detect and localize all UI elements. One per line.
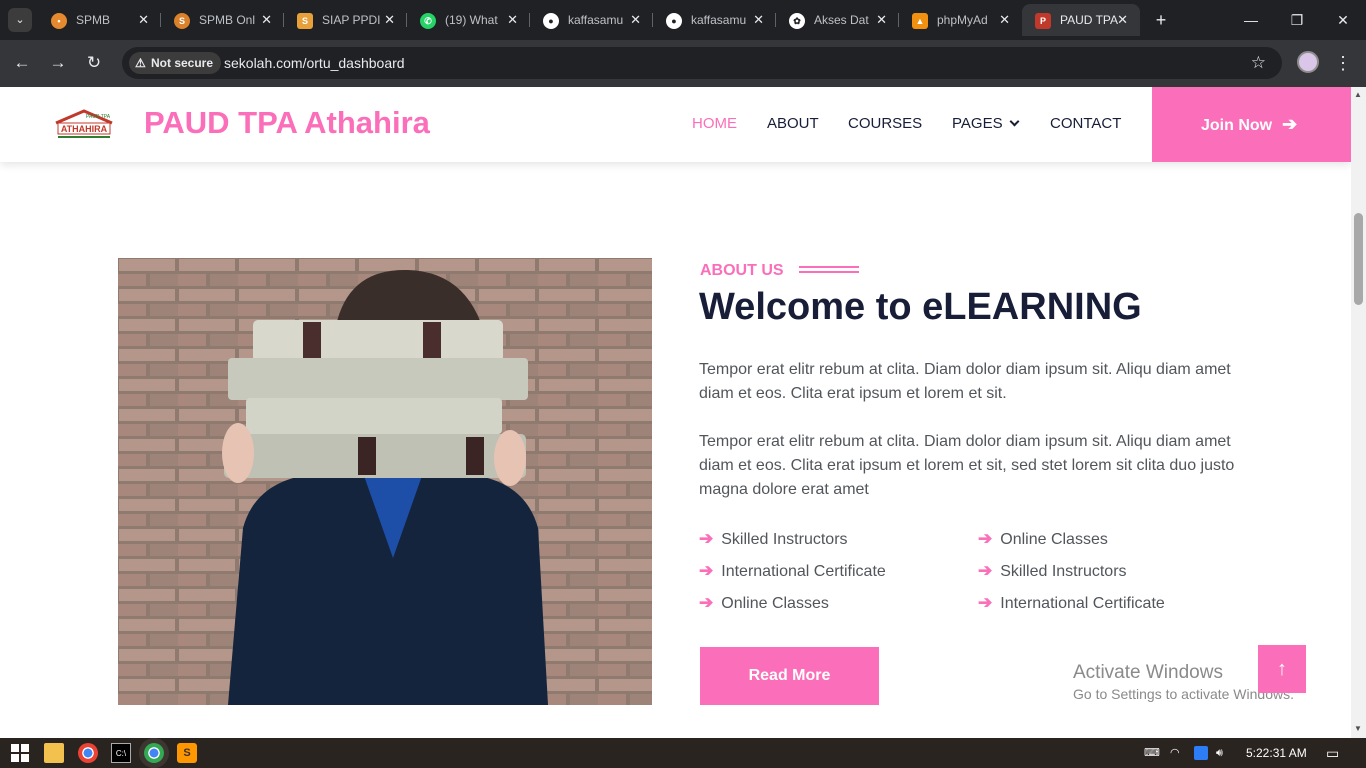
about-paragraph-2: Tempor erat elitr rebum at clita. Diam d… (699, 433, 1235, 498)
github-icon: ● (543, 13, 559, 29)
nav-contact[interactable]: CONTACT (1050, 115, 1121, 132)
site-logo[interactable]: ATHAHIRA PAUD TPA (52, 109, 116, 141)
close-icon[interactable]: ✕ (999, 4, 1010, 36)
arrow-right-icon: ➔ (978, 529, 993, 548)
terminal-icon[interactable]: C:\ (111, 743, 131, 763)
about-eyebrow: ABOUT US (700, 262, 784, 279)
scroll-down-icon[interactable]: ▼ (1354, 724, 1362, 733)
tab-spmb-online[interactable]: S SPMB Onl ✕ (161, 4, 284, 36)
taskbar-clock[interactable]: 5:22:31 AM (1246, 738, 1307, 768)
reload-icon[interactable]: ↻ (81, 50, 107, 76)
feature-item: ➔ Online Classes (978, 529, 1108, 548)
tab-akses-data[interactable]: ✿ Akses Dat ✕ (776, 4, 899, 36)
notification-icon[interactable]: ▭ (1326, 744, 1339, 762)
browser-tab-strip: ⌄ • SPMB ✕ S SPMB Onl ✕ S SIAP PPDI ✕ ✆ … (0, 0, 1366, 40)
back-to-top-button[interactable]: ↑ (1258, 645, 1306, 693)
nav-about[interactable]: ABOUT (767, 115, 819, 132)
whatsapp-icon: ✆ (420, 13, 436, 29)
windows-start-icon[interactable] (10, 743, 30, 763)
nav-courses[interactable]: COURSES (848, 115, 922, 132)
close-icon[interactable]: ✕ (507, 4, 518, 36)
security-indicator[interactable]: ⚠ Not secure (129, 52, 222, 74)
chrome-active-icon[interactable] (144, 743, 164, 763)
forward-arrow-icon[interactable]: → (45, 50, 71, 76)
eyebrow-divider (799, 266, 859, 268)
close-icon[interactable]: ✕ (1117, 4, 1128, 36)
feature-item: ➔ Online Classes (699, 593, 829, 612)
arrow-right-icon: ➔ (699, 561, 714, 580)
app-tray-icon[interactable] (1194, 746, 1208, 760)
tab-paud-tpa-active[interactable]: P PAUD TPA ✕ (1022, 4, 1140, 36)
about-paragraph-1: Tempor erat elitr rebum at clita. Diam d… (699, 361, 1231, 402)
back-arrow-icon[interactable]: ← (9, 50, 35, 76)
close-icon[interactable]: ✕ (876, 4, 887, 36)
tab-phpmyadmin[interactable]: ▲ phpMyAd ✕ (899, 4, 1022, 36)
address-bar[interactable]: ⚠ Not secure sekolah.com/ortu_dashboard … (122, 47, 1282, 79)
spmb-favicon-icon: • (51, 13, 67, 29)
keyboard-language-icon[interactable]: ⌨ (1144, 744, 1160, 762)
wifi-icon[interactable]: ◠ (1170, 744, 1180, 762)
tab-spmb[interactable]: • SPMB ✕ (38, 4, 161, 36)
tab-github-2[interactable]: ● kaffasamu ✕ (653, 4, 776, 36)
minimize-icon[interactable]: — (1228, 0, 1274, 40)
about-heading: Welcome to eLEARNING (699, 286, 1142, 328)
profile-avatar[interactable] (1297, 51, 1319, 73)
eyebrow-divider (799, 271, 859, 273)
close-icon[interactable]: ✕ (261, 4, 272, 36)
brand-title[interactable]: PAUD TPA Athahira (144, 105, 430, 141)
spmb-online-favicon-icon: S (174, 13, 190, 29)
arrow-right-icon: ➔ (978, 561, 993, 580)
windows-taskbar: C:\ S ⌨ ◠ 🔊︎ 5:22:31 AM ▭ (0, 738, 1366, 768)
url-text[interactable]: sekolah.com/ortu_dashboard (224, 47, 405, 79)
volume-icon[interactable]: 🔊︎ (1216, 744, 1223, 762)
paud-favicon-icon: P (1035, 13, 1051, 29)
tab-whatsapp[interactable]: ✆ (19) What ✕ (407, 4, 530, 36)
arrow-right-icon: ➔ (699, 529, 714, 548)
scroll-up-icon[interactable]: ▲ (1354, 90, 1362, 99)
arrow-right-icon: ➔ (699, 593, 714, 612)
site-navbar: ATHAHIRA PAUD TPA PAUD TPA Athahira HOME… (0, 87, 1351, 162)
close-icon[interactable]: ✕ (138, 4, 149, 36)
phpmyadmin-icon: ▲ (912, 13, 928, 29)
feature-item: ➔ Skilled Instructors (699, 529, 848, 548)
restore-icon[interactable]: ❐ (1274, 0, 1320, 40)
github-icon: ● (666, 13, 682, 29)
browser-toolbar: ← → ↻ ⚠ Not secure sekolah.com/ortu_dash… (0, 40, 1366, 87)
kebab-menu-icon[interactable]: ⋮ (1334, 50, 1352, 76)
arrow-right-icon: ➔ (978, 593, 993, 612)
arrow-right-icon: ➔ (1282, 114, 1298, 134)
nav-pages[interactable]: PAGES (952, 115, 1020, 132)
logo-subtext: PAUD TPA (86, 114, 111, 120)
tab-siap-ppdb[interactable]: S SIAP PPDI ✕ (284, 4, 407, 36)
logo-text: ATHAHIRA (61, 124, 108, 134)
close-icon[interactable]: ✕ (753, 4, 764, 36)
feature-item: ➔ International Certificate (699, 561, 886, 580)
scrollbar-thumb[interactable] (1354, 213, 1363, 305)
chatgpt-icon: ✿ (789, 13, 805, 29)
warning-triangle-icon: ⚠ (135, 56, 146, 70)
sublime-text-icon[interactable]: S (177, 743, 197, 763)
page-scrollbar[interactable]: ▲ ▼ (1351, 87, 1366, 738)
new-tab-plus-icon[interactable]: + (1150, 8, 1172, 32)
about-image (118, 258, 652, 705)
join-now-label: Join Now (1201, 117, 1273, 134)
chrome-icon[interactable] (78, 743, 98, 763)
tab-search-chevron-icon[interactable]: ⌄ (8, 8, 32, 32)
file-explorer-icon[interactable] (44, 743, 64, 763)
feature-item: ➔ Skilled Instructors (978, 561, 1127, 580)
page-viewport: ATHAHIRA PAUD TPA PAUD TPA Athahira HOME… (0, 87, 1351, 738)
tab-github-1[interactable]: ● kaffasamu ✕ (530, 4, 653, 36)
join-now-button[interactable]: Join Now ➔ (1152, 87, 1351, 162)
bookmark-star-icon[interactable]: ☆ (1251, 47, 1266, 79)
nav-home[interactable]: HOME (692, 115, 737, 132)
window-close-icon[interactable]: ✕ (1320, 0, 1366, 40)
siap-favicon-icon: S (297, 13, 313, 29)
close-icon[interactable]: ✕ (630, 4, 641, 36)
chevron-down-icon (1009, 116, 1020, 127)
nav-pages-label: PAGES (952, 115, 1003, 132)
feature-item: ➔ International Certificate (978, 593, 1165, 612)
close-icon[interactable]: ✕ (384, 4, 395, 36)
read-more-button[interactable]: Read More (700, 647, 879, 705)
